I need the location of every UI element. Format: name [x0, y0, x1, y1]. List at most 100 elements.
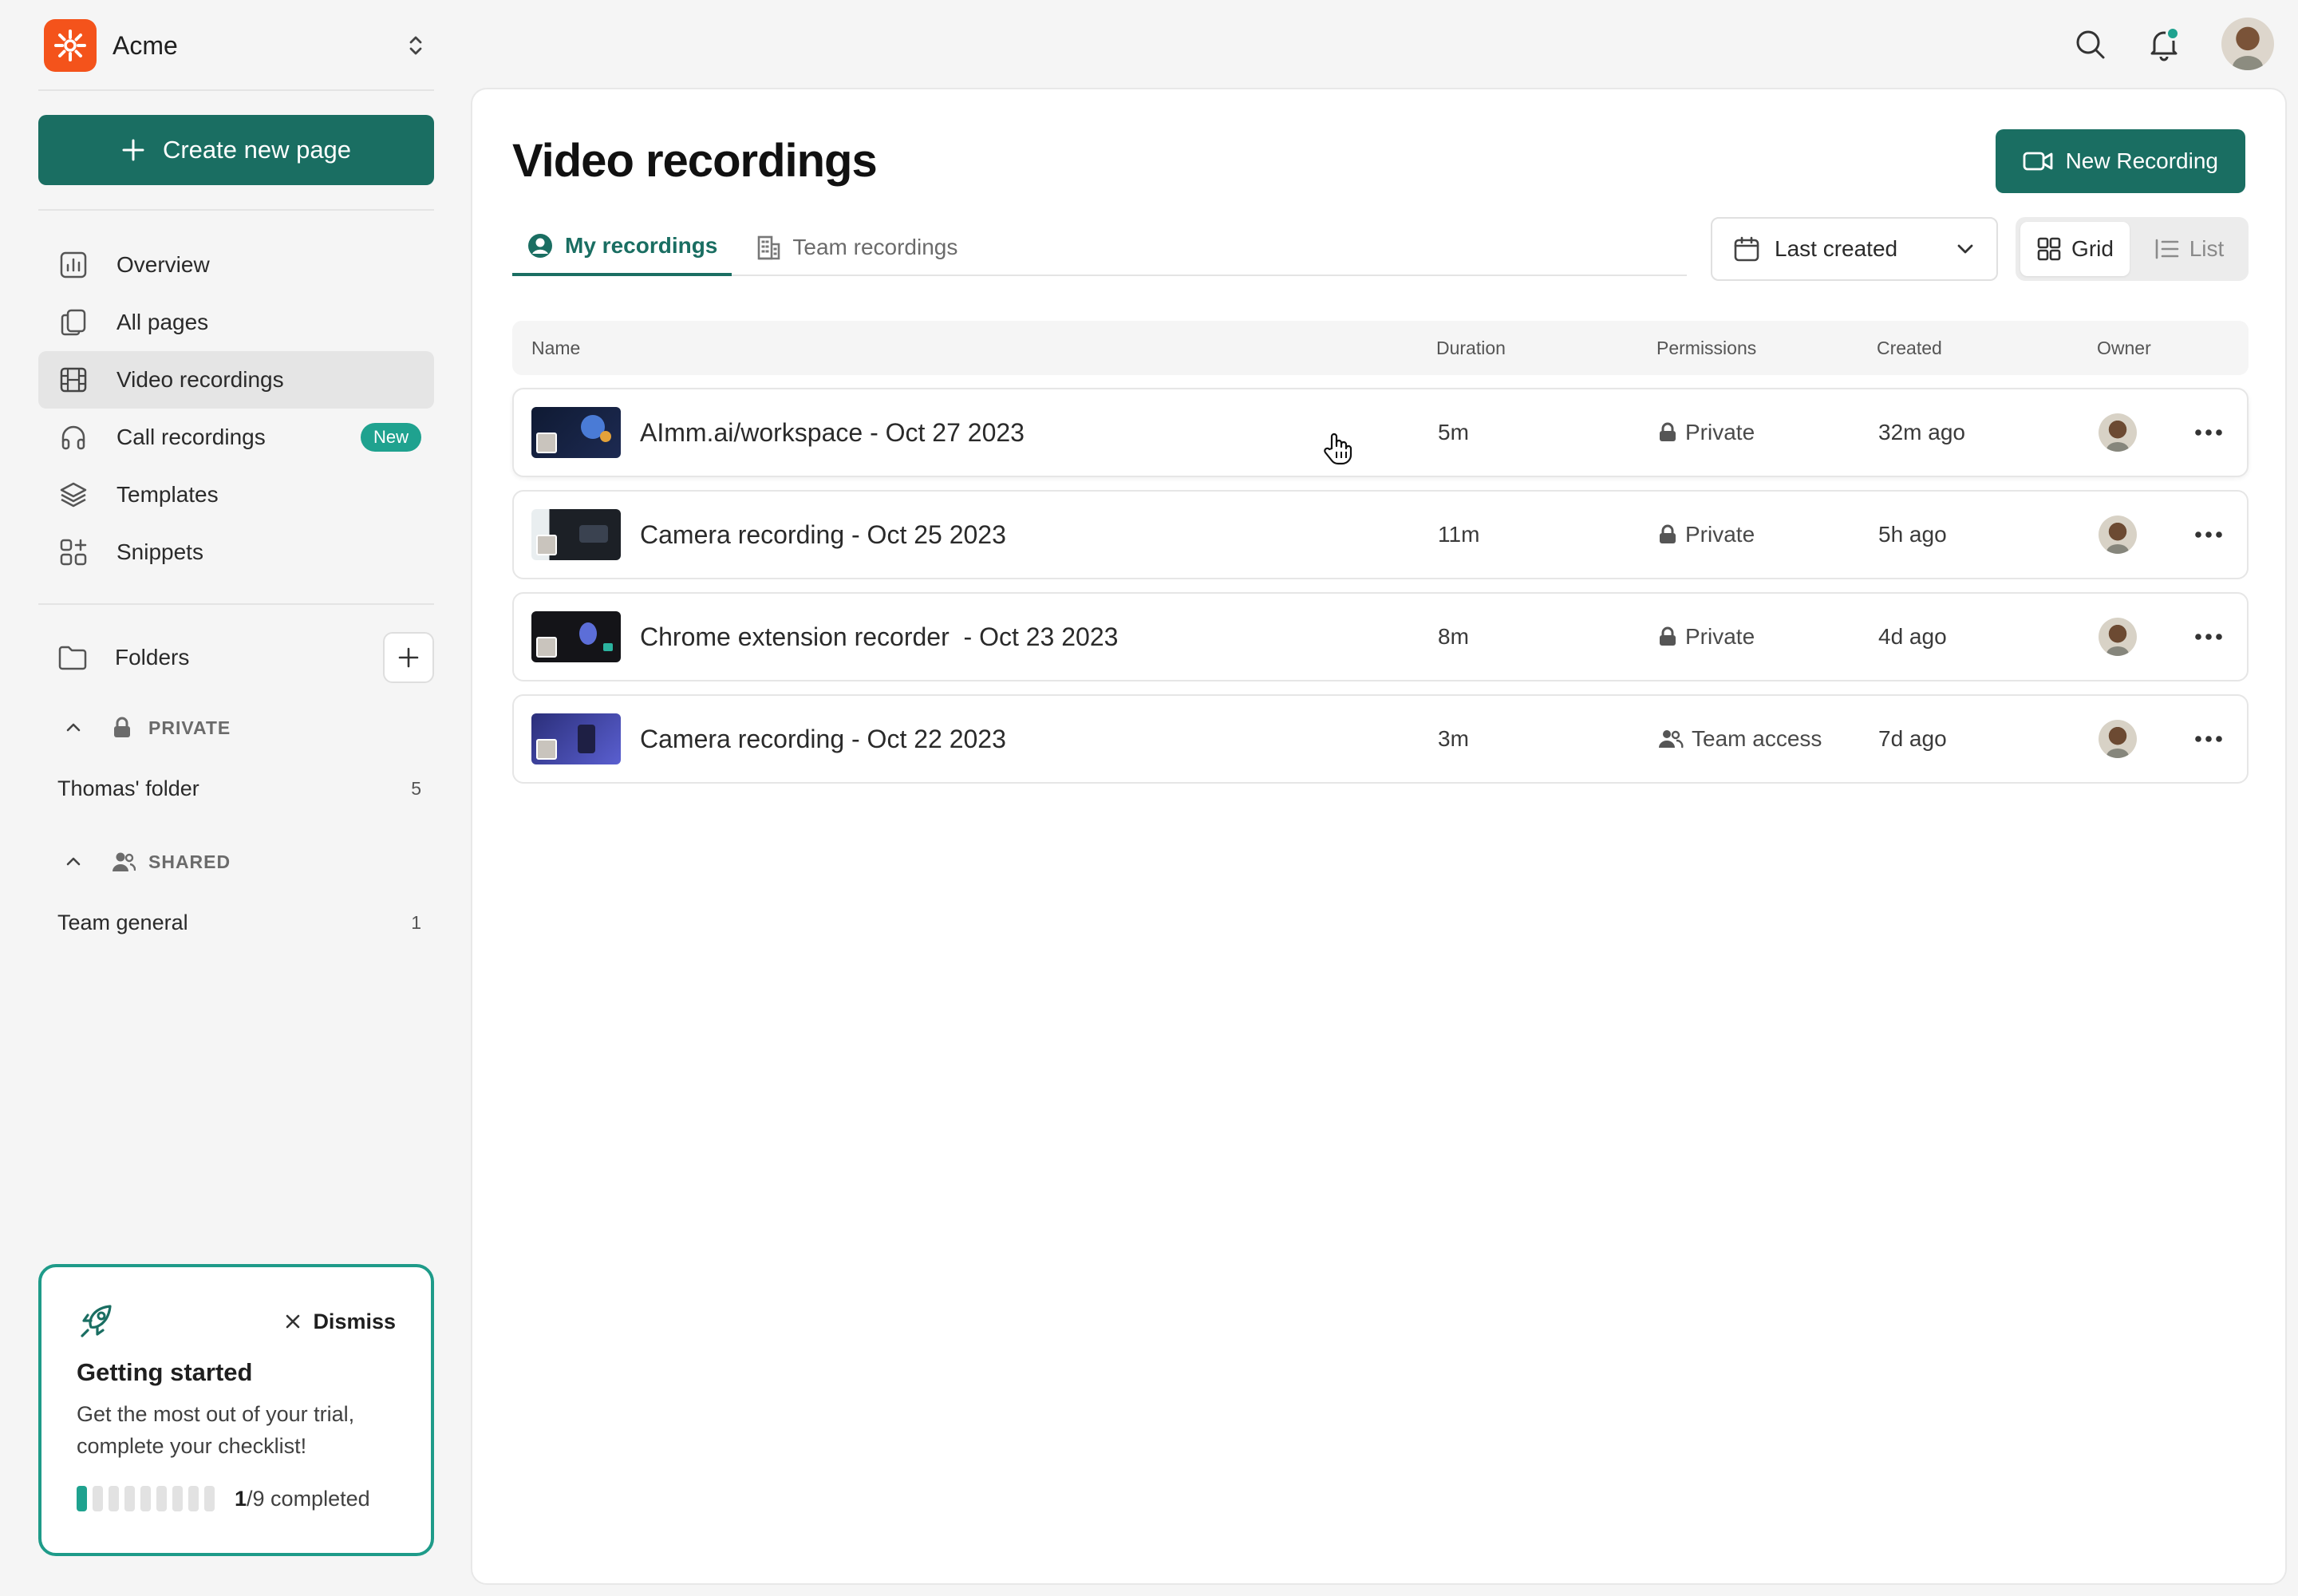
notifications-bell-icon[interactable] [2146, 26, 2182, 61]
checklist-progress: 1/9 completed [77, 1486, 396, 1511]
folder-name: Team general [57, 910, 188, 934]
recording-permission: Private [1658, 594, 1755, 680]
sidebar-item-label: Templates [116, 482, 219, 507]
notification-dot [2166, 26, 2180, 41]
list-view-button[interactable]: List [2134, 222, 2244, 276]
grid-view-button[interactable]: Grid [2020, 222, 2130, 276]
progress-segment [156, 1486, 167, 1511]
private-section-toggle[interactable]: PRIVATE [64, 712, 231, 744]
column-header-owner[interactable]: Owner [2097, 321, 2151, 375]
recording-permission: Private [1658, 492, 1755, 578]
more-options-icon[interactable] [2193, 522, 2225, 547]
table-row[interactable]: Chrome extension recorder - Oct 23 2023 … [512, 592, 2249, 681]
recording-name[interactable]: Camera recording - Oct 22 2023 [640, 696, 1006, 782]
new-recording-label: New Recording [2065, 148, 2218, 173]
create-new-page-button[interactable]: Create new page [38, 115, 434, 185]
progress-segment [77, 1486, 87, 1511]
owner-avatar [2099, 516, 2137, 554]
sidebar-item-all-pages[interactable]: All pages [38, 294, 434, 351]
column-header-duration[interactable]: Duration [1436, 321, 1506, 375]
thumbnail-avatar [536, 739, 557, 760]
dismiss-label: Dismiss [313, 1309, 396, 1333]
folder-count: 1 [411, 911, 421, 933]
thumbnail-avatar [536, 433, 557, 453]
recordings-table: AImm.ai/workspace - Oct 27 2023 5m Priva… [512, 388, 2249, 796]
shared-section-toggle[interactable]: SHARED [64, 846, 231, 878]
chevron-down-icon [1955, 239, 1976, 259]
users-icon [112, 851, 137, 873]
table-row[interactable]: Camera recording - Oct 25 2023 11m Priva… [512, 490, 2249, 579]
recording-duration: 3m [1438, 726, 1469, 751]
grid-icon [2036, 236, 2062, 262]
sidebar-item-templates[interactable]: Templates [38, 466, 434, 523]
more-options-icon[interactable] [2193, 726, 2225, 752]
owner-avatar [2099, 720, 2137, 758]
thumbnail-graphic [600, 431, 611, 442]
folder-count: 5 [411, 777, 421, 799]
progress-count: 1/9 completed [235, 1487, 370, 1511]
search-icon[interactable] [2073, 27, 2106, 61]
recording-duration: 8m [1438, 624, 1469, 649]
table-row[interactable]: Camera recording - Oct 22 2023 3m Team a… [512, 694, 2249, 784]
more-options-icon[interactable] [2193, 624, 2225, 650]
divider [38, 603, 434, 605]
progress-segment [188, 1486, 199, 1511]
sort-value: Last created [1775, 236, 1898, 261]
plus-icon [397, 646, 420, 669]
progress-segment [124, 1486, 135, 1511]
sidebar-item-video-recordings[interactable]: Video recordings [38, 351, 434, 409]
table-row[interactable]: AImm.ai/workspace - Oct 27 2023 5m Priva… [512, 388, 2249, 477]
folder-icon [57, 644, 88, 671]
column-header-permissions[interactable]: Permissions [1656, 321, 1756, 375]
column-header-name[interactable]: Name [531, 321, 580, 375]
sidebar-item-overview[interactable]: Overview [38, 236, 434, 294]
folder-item-thomas[interactable]: Thomas' folder 5 [57, 772, 421, 804]
chevron-up-icon [64, 852, 89, 871]
sidebar-nav: Overview All pages Video recordings Call… [38, 236, 434, 581]
sidebar-item-call-recordings[interactable]: Call recordings New [38, 409, 434, 466]
view-toggle: Grid List [2016, 217, 2249, 281]
folder-name: Thomas' folder [57, 776, 199, 800]
list-icon [2154, 236, 2180, 262]
getting-started-description: Get the most out of your trial, complete… [77, 1402, 355, 1458]
dismiss-button[interactable]: Dismiss [284, 1310, 396, 1334]
folder-item-team-general[interactable]: Team general 1 [57, 907, 421, 938]
recording-duration: 5m [1438, 420, 1469, 444]
progress-segment [204, 1486, 215, 1511]
video-camera-icon [2023, 149, 2053, 173]
recordings-tabs: My recordings Team recordings [512, 219, 1687, 276]
permission-label: Private [1685, 624, 1755, 649]
column-header-created[interactable]: Created [1877, 321, 1942, 375]
tab-team-recordings[interactable]: Team recordings [743, 219, 972, 276]
workspace-name: Acme [113, 30, 178, 60]
more-options-icon[interactable] [2193, 420, 2225, 445]
recording-permission: Private [1658, 389, 1755, 476]
recording-name[interactable]: Chrome extension recorder - Oct 23 2023 [640, 594, 1118, 680]
recording-thumbnail [531, 611, 621, 662]
workspace-switcher[interactable]: Acme [44, 18, 427, 73]
shared-label: SHARED [148, 851, 231, 872]
sort-dropdown[interactable]: Last created [1711, 217, 1998, 281]
sidebar: Acme Create new page Overview All pages [0, 0, 471, 1596]
tab-label: My recordings [565, 233, 718, 258]
new-recording-button[interactable]: New Recording [1995, 129, 2245, 193]
recording-name[interactable]: Camera recording - Oct 25 2023 [640, 492, 1006, 578]
new-badge: New [360, 423, 421, 452]
sidebar-item-label: Overview [116, 252, 210, 277]
add-folder-button[interactable] [383, 632, 434, 683]
progress-segment [109, 1486, 119, 1511]
progress-segments [77, 1486, 220, 1511]
plus-icon [121, 138, 145, 162]
lock-icon [1658, 422, 1677, 443]
folders-label: Folders [115, 645, 190, 670]
calendar-icon [1733, 235, 1760, 263]
chevron-up-down-icon[interactable] [405, 33, 427, 58]
thumbnail-graphic [579, 622, 597, 645]
sidebar-item-snippets[interactable]: Snippets [38, 523, 434, 581]
acme-logo-icon [44, 19, 97, 72]
create-new-page-label: Create new page [162, 136, 352, 164]
owner-avatar [2099, 413, 2137, 452]
user-avatar[interactable] [2221, 18, 2274, 70]
recording-name[interactable]: AImm.ai/workspace - Oct 27 2023 [640, 389, 1025, 476]
tab-my-recordings[interactable]: My recordings [512, 219, 732, 276]
